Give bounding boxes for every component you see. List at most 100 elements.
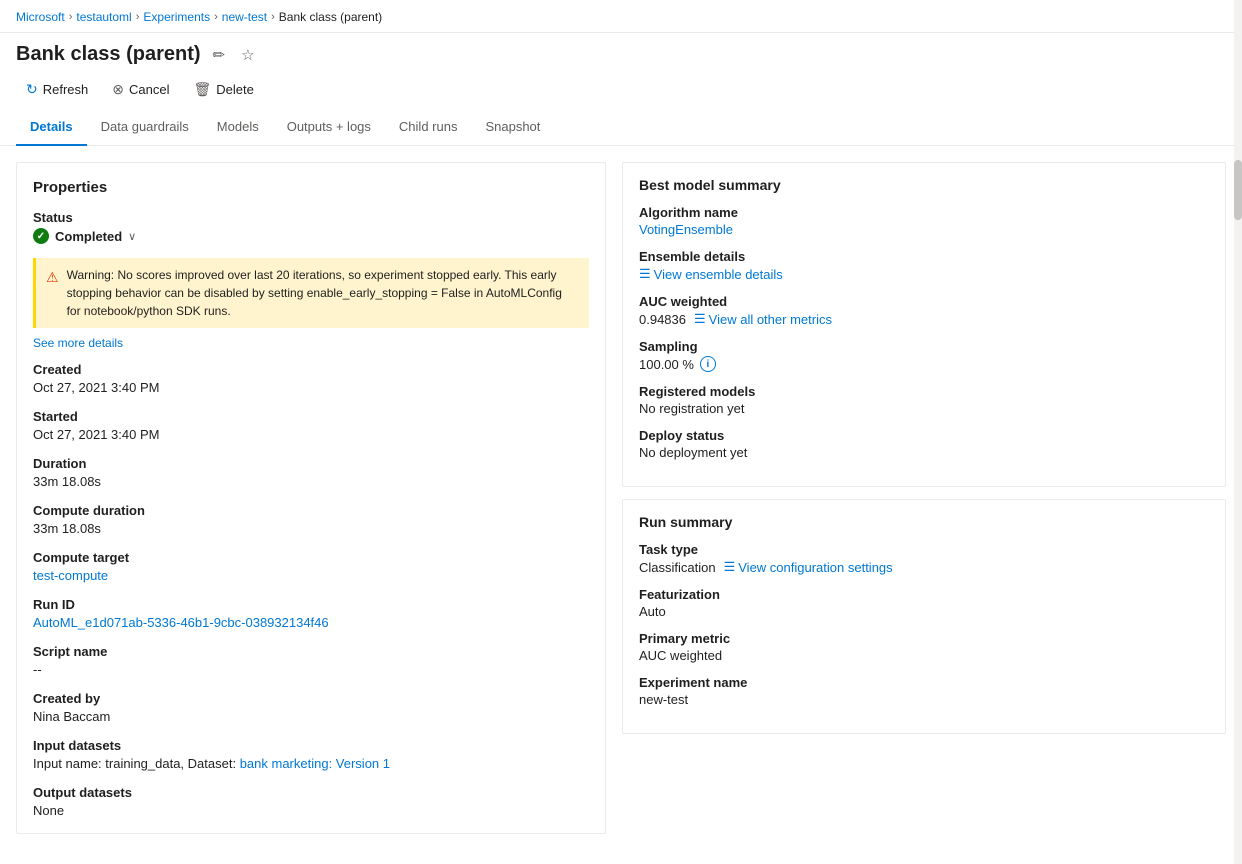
breadcrumb-sep-3: › bbox=[214, 11, 218, 23]
cancel-button[interactable]: ⊗ Cancel bbox=[102, 76, 179, 103]
status-label: Status bbox=[33, 210, 589, 225]
script-name-group: Script name -- bbox=[33, 644, 589, 677]
compute-duration-value: 33m 18.08s bbox=[33, 521, 589, 536]
view-ensemble-link[interactable]: ☰ View ensemble details bbox=[639, 266, 783, 282]
registered-models-value: No registration yet bbox=[639, 401, 1209, 416]
edit-icon[interactable]: ✏ bbox=[209, 44, 230, 66]
auc-metric-row: 0.94836 ☰ View all other metrics bbox=[639, 311, 1209, 327]
experiment-name-value: new-test bbox=[639, 692, 1209, 707]
tab-snapshot[interactable]: Snapshot bbox=[471, 111, 554, 146]
status-group: Status ✓ Completed ∨ bbox=[33, 210, 589, 244]
run-id-group: Run ID AutoML_e1d071ab-5336-46b1-9cbc-03… bbox=[33, 597, 589, 630]
star-icon[interactable]: ☆ bbox=[237, 44, 258, 66]
output-datasets-group: Output datasets None bbox=[33, 785, 589, 818]
toolbar: ↻ Refresh ⊗ Cancel 🗑 Delete bbox=[0, 72, 1242, 111]
list-icon-config: ☰ bbox=[724, 559, 736, 575]
tabs-bar: Details Data guardrails Models Outputs +… bbox=[0, 111, 1242, 146]
breadcrumb-sep-1: › bbox=[69, 11, 73, 23]
breadcrumb-new-test[interactable]: new-test bbox=[222, 10, 267, 24]
properties-title: Properties bbox=[33, 179, 589, 196]
algorithm-label: Algorithm name bbox=[639, 205, 1209, 220]
delete-button[interactable]: 🗑 Delete bbox=[183, 76, 263, 103]
see-more-link[interactable]: See more details bbox=[33, 336, 589, 350]
list-icon-ensemble: ☰ bbox=[639, 266, 651, 282]
sampling-info-icon[interactable]: i bbox=[700, 356, 716, 372]
breadcrumb-experiments[interactable]: Experiments bbox=[143, 10, 210, 24]
deploy-status-label: Deploy status bbox=[639, 428, 1209, 443]
run-summary-title: Run summary bbox=[639, 514, 1209, 530]
input-datasets-link[interactable]: bank marketing: Version 1 bbox=[240, 756, 390, 771]
created-group: Created Oct 27, 2021 3:40 PM bbox=[33, 362, 589, 395]
tab-details[interactable]: Details bbox=[16, 111, 87, 146]
best-model-title: Best model summary bbox=[639, 177, 1209, 193]
input-datasets-value: Input name: training_data, Dataset: bank… bbox=[33, 756, 589, 771]
status-chevron-icon[interactable]: ∨ bbox=[128, 230, 136, 243]
auc-label: AUC weighted bbox=[639, 294, 1209, 309]
cancel-icon: ⊗ bbox=[112, 81, 124, 98]
cancel-label: Cancel bbox=[129, 82, 169, 97]
featurization-value: Auto bbox=[639, 604, 1209, 619]
sampling-value: 100.00 % bbox=[639, 357, 694, 372]
right-panel: Best model summary Algorithm name Voting… bbox=[622, 162, 1226, 834]
breadcrumb-testautoml[interactable]: testautoml bbox=[76, 10, 131, 24]
output-datasets-value: None bbox=[33, 803, 589, 818]
sampling-value-row: 100.00 % i bbox=[639, 356, 1209, 372]
deploy-status-value: No deployment yet bbox=[639, 445, 1209, 460]
task-type-value-row: Classification ☰ View configuration sett… bbox=[639, 559, 1209, 575]
primary-metric-label: Primary metric bbox=[639, 631, 1209, 646]
run-id-label: Run ID bbox=[33, 597, 589, 612]
compute-target-value[interactable]: test-compute bbox=[33, 568, 108, 583]
compute-target-group: Compute target test-compute bbox=[33, 550, 589, 583]
page-header: Bank class (parent) ✏ ☆ bbox=[0, 33, 1242, 72]
view-metrics-link[interactable]: ☰ View all other metrics bbox=[694, 311, 832, 327]
breadcrumb-microsoft[interactable]: Microsoft bbox=[16, 10, 65, 24]
task-type-value: Classification bbox=[639, 560, 716, 575]
algorithm-value[interactable]: VotingEnsemble bbox=[639, 222, 733, 237]
created-by-group: Created by Nina Baccam bbox=[33, 691, 589, 724]
started-group: Started Oct 27, 2021 3:40 PM bbox=[33, 409, 589, 442]
created-by-value: Nina Baccam bbox=[33, 709, 589, 724]
list-icon-metrics: ☰ bbox=[694, 311, 706, 327]
warning-icon: ⚠ bbox=[46, 267, 59, 320]
output-datasets-label: Output datasets bbox=[33, 785, 589, 800]
primary-metric-row: Primary metric AUC weighted bbox=[639, 631, 1209, 663]
status-check-icon: ✓ bbox=[33, 228, 49, 244]
tab-child-runs[interactable]: Child runs bbox=[385, 111, 472, 146]
breadcrumb-sep-2: › bbox=[136, 11, 140, 23]
tab-outputs-logs[interactable]: Outputs + logs bbox=[273, 111, 385, 146]
tab-models[interactable]: Models bbox=[203, 111, 273, 146]
delete-icon: 🗑 bbox=[193, 81, 211, 98]
compute-target-label: Compute target bbox=[33, 550, 589, 565]
page-scrollbar-thumb[interactable] bbox=[1234, 160, 1242, 220]
duration-value: 33m 18.08s bbox=[33, 474, 589, 489]
warning-box: ⚠ Warning: No scores improved over last … bbox=[33, 258, 589, 328]
refresh-button[interactable]: ↻ Refresh bbox=[16, 76, 98, 103]
run-summary-card: Run summary Task type Classification ☰ V… bbox=[622, 499, 1226, 734]
refresh-icon: ↻ bbox=[26, 81, 38, 98]
ensemble-label: Ensemble details bbox=[639, 249, 1209, 264]
warning-text: Warning: No scores improved over last 20… bbox=[67, 266, 579, 320]
delete-label: Delete bbox=[216, 82, 254, 97]
task-type-row: Task type Classification ☰ View configur… bbox=[639, 542, 1209, 575]
experiment-name-row: Experiment name new-test bbox=[639, 675, 1209, 707]
primary-metric-value: AUC weighted bbox=[639, 648, 1209, 663]
config-link-text: View configuration settings bbox=[738, 560, 892, 575]
input-datasets-group: Input datasets Input name: training_data… bbox=[33, 738, 589, 771]
status-value: Completed bbox=[55, 229, 122, 244]
refresh-label: Refresh bbox=[43, 82, 89, 97]
compute-duration-group: Compute duration 33m 18.08s bbox=[33, 503, 589, 536]
breadcrumb-sep-4: › bbox=[271, 11, 275, 23]
duration-label: Duration bbox=[33, 456, 589, 471]
task-type-label: Task type bbox=[639, 542, 1209, 557]
properties-panel: Properties Status ✓ Completed ∨ ⚠ Warnin… bbox=[16, 162, 606, 834]
run-id-value[interactable]: AutoML_e1d071ab-5336-46b1-9cbc-038932134… bbox=[33, 615, 329, 630]
best-model-card: Best model summary Algorithm name Voting… bbox=[622, 162, 1226, 487]
started-value: Oct 27, 2021 3:40 PM bbox=[33, 427, 589, 442]
experiment-name-label: Experiment name bbox=[639, 675, 1209, 690]
page-scrollbar-track[interactable] bbox=[1234, 0, 1242, 864]
tab-data-guardrails[interactable]: Data guardrails bbox=[87, 111, 203, 146]
view-config-link[interactable]: ☰ View configuration settings bbox=[724, 559, 893, 575]
algorithm-row: Algorithm name VotingEnsemble bbox=[639, 205, 1209, 237]
registered-models-label: Registered models bbox=[639, 384, 1209, 399]
sampling-row: Sampling 100.00 % i bbox=[639, 339, 1209, 372]
